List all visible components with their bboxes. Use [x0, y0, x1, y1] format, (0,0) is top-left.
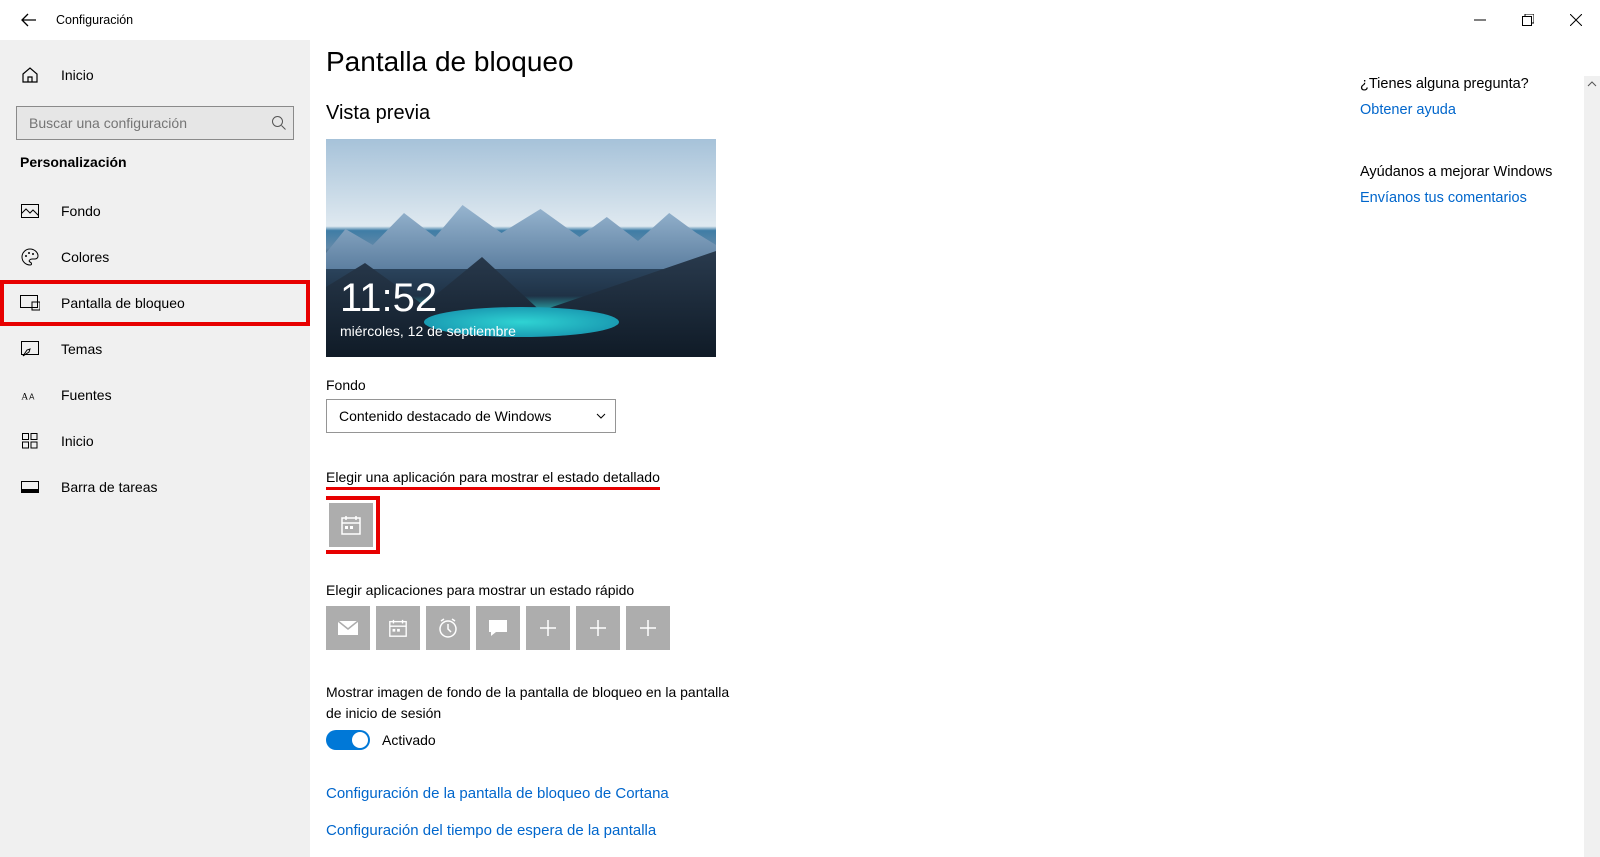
themes-icon	[20, 339, 40, 359]
feedback-link[interactable]: Envíanos tus comentarios	[1360, 190, 1560, 206]
quick-status-label: Elegir aplicaciones para mostrar un esta…	[326, 582, 1286, 598]
vertical-scrollbar[interactable]	[1584, 76, 1600, 857]
maximize-button[interactable]	[1504, 4, 1552, 36]
detailed-status-app[interactable]	[329, 503, 373, 547]
svg-text:A: A	[29, 392, 35, 401]
window-title: Configuración	[56, 13, 133, 27]
plus-icon	[539, 619, 557, 637]
sidebar-item-label: Pantalla de bloqueo	[61, 295, 185, 311]
question-heading: ¿Tienes alguna pregunta?	[1360, 76, 1560, 92]
alarm-icon	[437, 617, 459, 639]
improve-heading: Ayúdanos a mejorar Windows	[1360, 164, 1560, 180]
mail-icon	[337, 620, 359, 636]
preview-time: 11:52	[340, 276, 437, 321]
minimize-button[interactable]	[1456, 4, 1504, 36]
quick-app-mail[interactable]	[326, 606, 370, 650]
preview-heading: Vista previa	[326, 102, 1286, 125]
right-panel: ¿Tienes alguna pregunta? Obtener ayuda A…	[1360, 76, 1560, 252]
fonts-icon: AA	[20, 385, 40, 405]
quick-status-row	[326, 606, 1286, 650]
toggle-state: Activado	[382, 732, 436, 748]
sidebar: Inicio Personalización Fondo Colores Pan…	[0, 40, 310, 857]
titlebar: Configuración	[0, 0, 1600, 40]
login-background-label: Mostrar imagen de fondo de la pantalla d…	[326, 682, 746, 724]
maximize-icon	[1522, 14, 1534, 26]
cortana-link[interactable]: Configuración de la pantalla de bloqueo …	[326, 785, 1286, 802]
search-icon	[271, 115, 287, 131]
sidebar-item-fondo[interactable]: Fondo	[0, 188, 310, 234]
sidebar-home-label: Inicio	[61, 67, 94, 83]
sidebar-item-label: Colores	[61, 249, 109, 265]
lockscreen-icon	[20, 293, 40, 313]
content-area: Pantalla de bloqueo Vista previa 11:52 m…	[326, 40, 1600, 857]
plus-icon	[589, 619, 607, 637]
palette-icon	[20, 247, 40, 267]
search-input[interactable]	[27, 114, 271, 132]
quick-app-add[interactable]	[526, 606, 570, 650]
plus-icon	[639, 619, 657, 637]
sidebar-item-label: Barra de tareas	[61, 479, 158, 495]
sidebar-category: Personalización	[0, 154, 310, 170]
quick-app-add[interactable]	[626, 606, 670, 650]
chat-icon	[487, 618, 509, 638]
detailed-status-label: Elegir una aplicación para mostrar el es…	[326, 469, 660, 490]
search-box[interactable]	[16, 106, 294, 140]
start-icon	[20, 431, 40, 451]
minimize-icon	[1474, 14, 1486, 26]
sidebar-item-bloqueo[interactable]: Pantalla de bloqueo	[0, 280, 310, 326]
preview-date: miércoles, 12 de septiembre	[340, 323, 516, 339]
background-select[interactable]: Contenido destacado de Windows	[326, 399, 616, 433]
sidebar-item-colores[interactable]: Colores	[0, 234, 310, 280]
back-button[interactable]	[20, 0, 38, 40]
background-label: Fondo	[326, 377, 1286, 393]
sidebar-home[interactable]: Inicio	[0, 52, 310, 98]
arrow-left-icon	[21, 12, 37, 28]
svg-text:A: A	[21, 391, 28, 402]
scroll-up-button[interactable]	[1584, 76, 1600, 92]
chevron-down-icon	[595, 410, 607, 422]
sidebar-item-fuentes[interactable]: AA Fuentes	[0, 372, 310, 418]
quick-app-calendar[interactable]	[376, 606, 420, 650]
sidebar-item-label: Temas	[61, 341, 102, 357]
home-icon	[20, 65, 40, 85]
background-value: Contenido destacado de Windows	[339, 408, 551, 424]
sidebar-item-temas[interactable]: Temas	[0, 326, 310, 372]
lockscreen-preview: 11:52 miércoles, 12 de septiembre	[326, 139, 716, 357]
page-title: Pantalla de bloqueo	[326, 46, 1286, 78]
calendar-icon	[388, 618, 408, 638]
quick-app-add[interactable]	[576, 606, 620, 650]
picture-icon	[20, 201, 40, 221]
login-background-toggle[interactable]	[326, 730, 370, 750]
sidebar-item-label: Fondo	[61, 203, 101, 219]
sidebar-item-label: Inicio	[61, 433, 94, 449]
sidebar-item-label: Fuentes	[61, 387, 112, 403]
get-help-link[interactable]: Obtener ayuda	[1360, 102, 1560, 118]
sidebar-item-inicio[interactable]: Inicio	[0, 418, 310, 464]
timeout-link[interactable]: Configuración del tiempo de espera de la…	[326, 822, 1286, 839]
quick-app-alarm[interactable]	[426, 606, 470, 650]
quick-app-chat[interactable]	[476, 606, 520, 650]
taskbar-icon	[20, 477, 40, 497]
close-button[interactable]	[1552, 4, 1600, 36]
calendar-icon	[340, 514, 362, 536]
chevron-up-icon	[1587, 79, 1597, 89]
close-icon	[1570, 14, 1582, 26]
sidebar-item-barra[interactable]: Barra de tareas	[0, 464, 310, 510]
